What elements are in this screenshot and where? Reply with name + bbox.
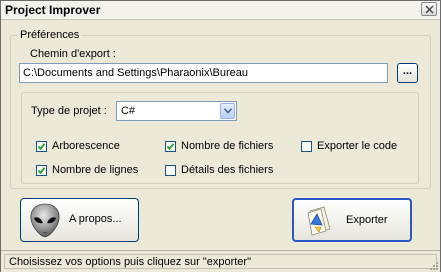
project-type-dropdown-button[interactable] xyxy=(220,103,235,119)
checkbox-nombre-fichiers-box[interactable] xyxy=(165,140,176,152)
export-document-icon xyxy=(307,206,331,236)
project-type-value: C# xyxy=(121,105,136,117)
checkbox-exporter-code-box[interactable] xyxy=(301,140,312,152)
checkbox-details-fichiers-box[interactable] xyxy=(165,164,176,176)
checkbox-nombre-lignes[interactable]: Nombre de lignes xyxy=(36,164,138,176)
check-icon xyxy=(37,142,46,150)
check-icon xyxy=(37,166,46,174)
main-window: Project Improver Préférences Chemin d'ex… xyxy=(0,0,441,272)
checkbox-exporter-code[interactable]: Exporter le code xyxy=(301,140,397,152)
browse-button-label: ... xyxy=(402,65,413,77)
about-button-label: A propos... xyxy=(69,213,122,225)
checkbox-nombre-lignes-box[interactable] xyxy=(36,164,47,176)
title-bar: Project Improver xyxy=(1,1,440,20)
about-button[interactable]: A propos... xyxy=(20,198,139,242)
check-icon xyxy=(166,142,175,150)
checkbox-arborescence[interactable]: Arborescence xyxy=(36,140,120,152)
checkbox-nombre-fichiers-label: Nombre de fichiers xyxy=(181,140,274,152)
window-title: Project Improver xyxy=(5,3,101,17)
resize-grip-icon[interactable] xyxy=(428,260,439,271)
export-path-input[interactable] xyxy=(19,63,388,83)
checkbox-exporter-code-label: Exporter le code xyxy=(317,140,398,152)
export-button[interactable]: Exporter xyxy=(292,198,412,242)
export-button-label: Exporter xyxy=(346,214,388,226)
checkbox-arborescence-box[interactable] xyxy=(36,140,47,152)
chevron-down-icon xyxy=(224,108,232,114)
status-bar: Choisissez vos options puis cliquez sur … xyxy=(1,250,440,272)
checkbox-nombre-lignes-label: Nombre de lignes xyxy=(52,164,139,176)
checkbox-nombre-fichiers[interactable]: Nombre de fichiers xyxy=(165,140,273,152)
export-path-label: Chemin d'export : xyxy=(30,48,116,60)
alien-head-icon xyxy=(30,203,60,238)
close-icon xyxy=(425,5,434,14)
checkbox-arborescence-label: Arborescence xyxy=(52,140,120,152)
project-type-label: Type de projet : xyxy=(31,105,107,117)
project-type-select[interactable]: C# xyxy=(116,101,237,121)
checkbox-details-fichiers[interactable]: Détails des fichiers xyxy=(165,164,273,176)
close-button[interactable] xyxy=(421,2,437,16)
status-text: Choisissez vos options puis cliquez sur … xyxy=(9,256,251,268)
preferences-group-label: Préférences xyxy=(18,29,82,41)
status-panel: Choisissez vos options puis cliquez sur … xyxy=(4,254,437,269)
browse-button[interactable]: ... xyxy=(397,63,418,83)
checkbox-details-fichiers-label: Détails des fichiers xyxy=(181,164,274,176)
